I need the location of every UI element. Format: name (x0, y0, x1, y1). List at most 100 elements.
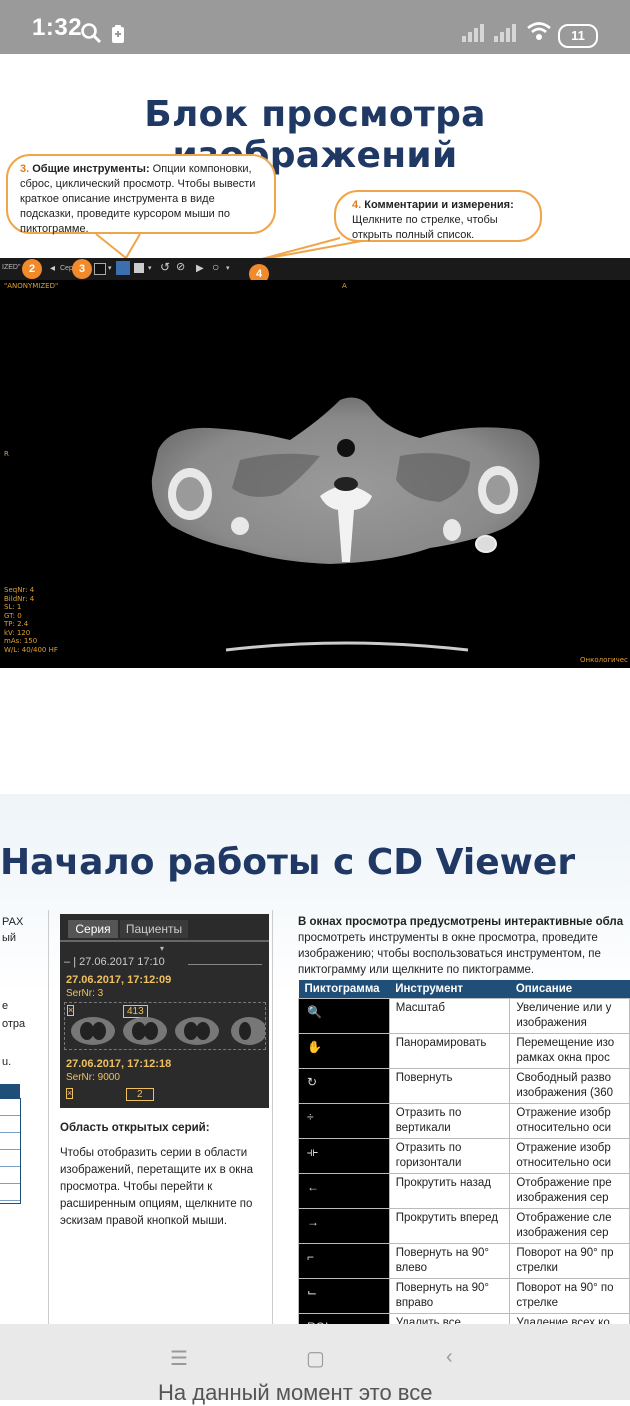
tab-patients[interactable]: Пациенты (120, 920, 188, 938)
dropdown-arrow-icon[interactable]: ▾ (226, 264, 230, 274)
reset-icon[interactable]: ↺ (160, 261, 170, 273)
tool-description: Отражение изобр относительно оси (509, 1103, 630, 1139)
page-gap (0, 668, 630, 794)
next-slide-peek: На данный момент это все (158, 1380, 433, 1405)
table-row: 🔍 Масштаб Увеличение или у изображения (298, 998, 630, 1034)
icon-cell: 🔍 (298, 998, 390, 1034)
tab-series[interactable]: Серия (68, 920, 118, 938)
collapse-icon: – (64, 956, 71, 968)
tool-description: Удаление всех ко (509, 1313, 630, 1324)
table-header-fragment (0, 1084, 20, 1098)
thumbnail-images (71, 1017, 265, 1045)
table-row: ✋ Панорамировать Перемещение изо рамках ок… (298, 1033, 630, 1069)
slide-title: Начало работы с CD Viewer (0, 842, 576, 883)
close-icon[interactable]: × (66, 1088, 74, 1099)
text-fragment: е (2, 1000, 9, 1012)
menu-icon[interactable]: ☰ (170, 1346, 188, 1371)
ct-slice-image (151, 397, 540, 652)
tool-description: Отображение пре изображения сер (509, 1173, 630, 1209)
table-row: ÷ Отразить по вертикали Отражение изобр от… (298, 1103, 630, 1139)
clipboard-icon (110, 24, 126, 49)
tool-description: Свободный разво изображения (360 (509, 1068, 630, 1104)
collapse-arrow-icon[interactable]: ▾ (160, 944, 164, 953)
table-row: ↻ Повернуть Свободный разво изображения (3… (298, 1068, 630, 1104)
search-icon (80, 22, 102, 49)
grid-icon[interactable] (134, 263, 144, 273)
link-icon[interactable]: ⊘ (176, 262, 185, 273)
dropdown-arrow-icon[interactable]: ▾ (148, 264, 152, 274)
tool-name: Отразить по горизонтали (388, 1138, 511, 1174)
series-group-header[interactable]: – | 27.06.2017 17:10 (64, 956, 165, 968)
text-fragment: u. (2, 1056, 12, 1068)
viewer-toolbar: IZED" 2 ◂ Cep 3 ▾ ▾ ↺ ⊘ ▶ ○ ▾ 4 (0, 258, 630, 284)
tab-divider (60, 940, 269, 942)
callout-number: 4. (352, 199, 362, 211)
status-bar: 1:32 11 (0, 0, 630, 54)
series-browser: Серия Пациенты ▾ – | 27.06.2017 17:10 27… (60, 914, 269, 1108)
series-number: SerNr: 3 (66, 988, 104, 999)
left-panel-fragment: РАХ ый е отра u. (0, 910, 49, 1324)
tool-description: Перемещение изо рамках окна прос (509, 1033, 630, 1069)
icon-cell: ⌙ (298, 1278, 390, 1314)
tool-name: Повернуть (388, 1068, 511, 1104)
back-icon[interactable]: ‹ (446, 1346, 453, 1369)
battery-icon: 11 (558, 24, 598, 48)
magnifier-icon: 🔍 (307, 1005, 322, 1019)
tool-name: Повернуть на 90° влево (388, 1243, 511, 1279)
icon-cell: ⌐ (298, 1243, 390, 1279)
signal-icon-2 (494, 20, 524, 42)
chevron-left-icon[interactable]: ◂ (50, 264, 55, 274)
table-row: ⟛ Отразить по горизонтали Отражение изобр … (298, 1138, 630, 1174)
callout-heading: Общие инструменты: (32, 163, 150, 175)
navigation-bar: ☰ ▢ ‹ На данный момент это все (0, 1324, 630, 1405)
tool-name: Масштаб (388, 998, 511, 1034)
tool-description: Отображение сле изображения сер (509, 1208, 630, 1244)
arrow-left-icon: ← (307, 1180, 319, 1194)
series-thumbnails[interactable]: × 2 (64, 1086, 264, 1106)
rotate-left-icon: ⌐ (307, 1250, 315, 1264)
icon-cell: ✋ (298, 1033, 390, 1069)
text-fragment: РАХ (2, 916, 24, 928)
icon-cell: ← (298, 1173, 390, 1209)
intro-line: изображению; чтобы воспользоваться инстр… (298, 948, 601, 960)
tools-intro: В окнах просмотра предусмотрены интеракт… (298, 914, 630, 978)
toolbar-label: IZED" (2, 264, 21, 271)
callout-general-tools: 3. Общие инструменты: Опции компоновки, … (6, 154, 276, 235)
home-icon[interactable]: ▢ (306, 1346, 325, 1371)
series-date: 27.06.2017, 17:12:18 (66, 1058, 172, 1070)
status-time: 1:32 (32, 14, 83, 41)
play-icon[interactable]: ▶ (196, 264, 204, 274)
tools-table: Пиктограмма Инструмент Описание 🔍 Масштаб… (298, 980, 630, 1324)
table-row: ⌙ Повернуть на 90° вправо Поворот на 90° п… (298, 1278, 630, 1314)
ct-image-viewer[interactable]: "ANONYMIZED" A R SeqNr: 4 BildNr: 4 SL: … (0, 280, 630, 668)
tool-name: Прокрутить назад (388, 1173, 511, 1209)
series-thumbnails[interactable]: × 413 (64, 1002, 266, 1050)
tool-name: Отразить по вертикали (388, 1103, 511, 1139)
circle-tool-icon[interactable]: ○ (212, 261, 219, 273)
section-text: Чтобы отобразить серии в области изображ… (60, 1147, 254, 1227)
wifi-icon (526, 20, 552, 47)
open-series-panel: Серия Пациенты ▾ – | 27.06.2017 17:10 27… (52, 910, 273, 1324)
intro-line: пиктограмму или щелкните по пиктограмме. (298, 964, 535, 976)
icon-cell: ↻ (298, 1068, 390, 1104)
slide-getting-started: Начало работы с CD Viewer РАХ ый е отра … (0, 794, 630, 1324)
table-row: ROIУдалить всеУдаление всех ко (298, 1313, 630, 1324)
text-fragment: ый (2, 932, 17, 944)
flip-vertical-icon: ÷ (307, 1110, 314, 1124)
dropdown-arrow-icon[interactable]: ▾ (108, 264, 112, 274)
callout-text: Щелкните по стрелке, чтобы открыть полны… (352, 214, 498, 241)
hand-icon: ✋ (307, 1040, 322, 1054)
slide-image-viewer: Блок просмотра изображений 3. Общие инст… (0, 54, 630, 668)
flip-horizontal-icon: ⟛ (307, 1145, 318, 1159)
color-square-icon[interactable] (94, 263, 106, 275)
table-row: ⌐ Повернуть на 90° влево Поворот на 90° пр… (298, 1243, 630, 1279)
open-series-description: Область открытых серий: Чтобы отобразить… (60, 1120, 270, 1230)
arrow-right-icon: → (307, 1215, 319, 1229)
tool-name: Удалить все (388, 1313, 511, 1324)
text-fragment: отра (2, 1018, 26, 1030)
rotate-icon: ↻ (307, 1075, 318, 1089)
layout-icon[interactable] (116, 261, 130, 275)
table-row: → Прокрутить вперед Отображение сле изобра… (298, 1208, 630, 1244)
series-date: 27.06.2017, 17:12:09 (66, 974, 172, 986)
table-header-row: Пиктограмма Инструмент Описание (298, 980, 630, 999)
